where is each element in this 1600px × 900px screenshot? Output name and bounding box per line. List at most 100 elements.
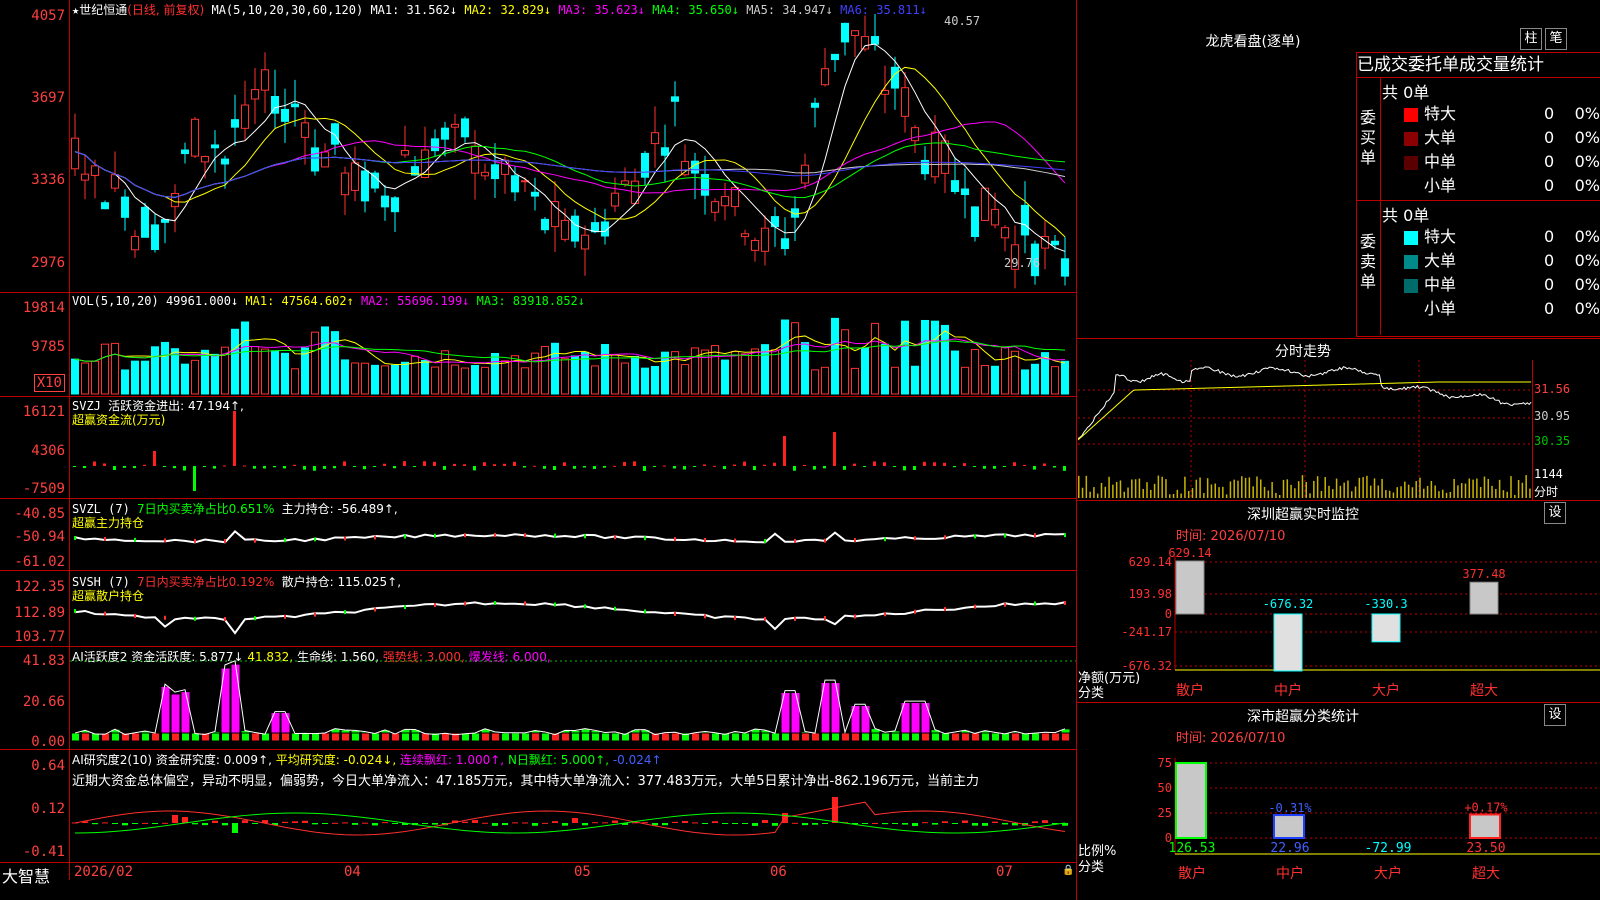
activity-base bbox=[361, 732, 370, 742]
activity-base bbox=[971, 732, 980, 742]
activity-base bbox=[641, 732, 650, 742]
volume-bar bbox=[861, 347, 869, 395]
volume-bar bbox=[341, 359, 349, 395]
volume-bar bbox=[1031, 363, 1039, 395]
order-count: 0 bbox=[1544, 299, 1555, 318]
svzj-tick: 4306 bbox=[31, 443, 65, 459]
ai-activity-svg[interactable] bbox=[70, 647, 1076, 749]
monitor-chart[interactable]: 629.14193.980-241.17-676.32629.14散户-676.… bbox=[1078, 540, 1600, 700]
volume-bar bbox=[821, 366, 829, 395]
holding-tick bbox=[734, 615, 736, 620]
volume-bar bbox=[561, 358, 569, 395]
holding-tick bbox=[854, 614, 856, 619]
intraday-vol-bar bbox=[1407, 484, 1410, 498]
intraday-vol-bar bbox=[1339, 485, 1342, 498]
intraday-price-line bbox=[1078, 366, 1532, 440]
intraday-vol-bar bbox=[1373, 478, 1376, 498]
intraday-vol-bar bbox=[1332, 489, 1334, 498]
research-bar bbox=[692, 822, 698, 824]
intraday-svg[interactable] bbox=[1078, 360, 1533, 500]
activity-base bbox=[181, 732, 190, 742]
classify-settings-button[interactable]: 设 bbox=[1544, 704, 1566, 726]
activity-base bbox=[821, 732, 830, 742]
fund-flow-bar bbox=[83, 466, 86, 469]
research-bar bbox=[182, 817, 188, 823]
research-bar bbox=[362, 822, 368, 824]
intraday-vol-bar bbox=[1301, 475, 1304, 498]
classify-pct: +0.17% bbox=[1464, 801, 1508, 815]
candle-body bbox=[721, 196, 729, 207]
research-bar bbox=[742, 823, 748, 824]
ma-line bbox=[74, 151, 1066, 198]
activity-base bbox=[471, 732, 480, 742]
fund-flow-bar bbox=[623, 461, 626, 466]
activity-base bbox=[231, 732, 240, 742]
intraday-vol-bar bbox=[1263, 486, 1266, 498]
research-bar bbox=[592, 822, 598, 824]
activity-base bbox=[511, 732, 520, 742]
holding-tick bbox=[254, 538, 256, 543]
svsh-svg[interactable] bbox=[70, 571, 1076, 646]
svzl-svg[interactable] bbox=[70, 498, 1076, 570]
intraday-vol-bar bbox=[1392, 492, 1395, 498]
volume-bar bbox=[371, 364, 379, 395]
holding-tick bbox=[854, 538, 856, 543]
activity-base bbox=[221, 732, 230, 742]
buy-total: 共 0单 bbox=[1382, 83, 1430, 102]
volume-bar bbox=[101, 343, 109, 395]
research-bar bbox=[682, 820, 688, 823]
activity-base bbox=[1061, 732, 1070, 742]
volume-bar bbox=[1001, 346, 1009, 395]
fund-flow-bar bbox=[503, 463, 506, 466]
volume-bar bbox=[961, 366, 969, 395]
volume-bar bbox=[471, 364, 479, 395]
activity-base bbox=[1011, 732, 1020, 742]
research-bar bbox=[752, 823, 758, 826]
fund-flow-bar bbox=[1063, 466, 1066, 471]
holding-tick bbox=[974, 604, 976, 609]
holding-tick bbox=[764, 616, 766, 621]
intraday-vol-bar bbox=[1343, 482, 1345, 498]
research-bar bbox=[542, 822, 548, 824]
activity-base bbox=[771, 732, 780, 742]
holding-tick bbox=[824, 538, 826, 543]
intraday-vol-bar bbox=[1479, 486, 1482, 498]
order-pct: 0% bbox=[1574, 152, 1600, 171]
candle-body bbox=[651, 132, 659, 145]
volume-bar bbox=[731, 351, 739, 395]
research-bar bbox=[912, 823, 918, 826]
svzl-tick: -61.02 bbox=[14, 554, 65, 570]
intraday-vol-bar bbox=[1442, 489, 1444, 498]
activity-base bbox=[731, 732, 740, 742]
bar-mode-button[interactable]: 柱 bbox=[1520, 28, 1542, 50]
volume-svg[interactable] bbox=[70, 308, 1076, 395]
classify-chart[interactable]: 7550250126.53散户-0.31%22.96中户-72.99大户+0.1… bbox=[1078, 742, 1600, 900]
svzj-svg[interactable] bbox=[70, 400, 1076, 498]
monitor-settings-button[interactable]: 设 bbox=[1544, 502, 1566, 524]
ai2-tick: -0.41 bbox=[22, 844, 65, 860]
volume-bar bbox=[991, 365, 999, 395]
candle-body bbox=[181, 149, 189, 155]
intraday-vol-bar bbox=[1460, 483, 1463, 498]
vol-tick: 9785 bbox=[31, 339, 65, 355]
intraday-vol-bar bbox=[1517, 479, 1520, 498]
holding-tick bbox=[134, 537, 136, 542]
lhb-tabs[interactable]: 已成交委托单成交量统计 bbox=[1356, 52, 1600, 77]
intraday-vol-bar bbox=[1093, 487, 1095, 498]
volume-axis: 19814 9785 X10 bbox=[0, 292, 69, 395]
fund-flow-bar bbox=[613, 465, 616, 467]
activity-base bbox=[911, 732, 920, 742]
intraday-vol-bar bbox=[1165, 479, 1167, 498]
candle-body bbox=[261, 69, 269, 91]
holding-tick bbox=[794, 538, 796, 543]
intraday-vol-bar bbox=[1157, 475, 1160, 498]
ai-research-svg[interactable] bbox=[70, 785, 1076, 862]
kline-svg[interactable] bbox=[70, 14, 1076, 292]
lock-icon[interactable]: 🔒 bbox=[1062, 865, 1074, 876]
classify-value: 22.96 bbox=[1270, 841, 1309, 856]
volume-bar bbox=[321, 326, 329, 395]
activity-base bbox=[1031, 732, 1040, 742]
activity-base bbox=[81, 732, 90, 742]
tick-mode-button[interactable]: 笔 bbox=[1545, 28, 1567, 50]
activity-base bbox=[861, 732, 870, 742]
